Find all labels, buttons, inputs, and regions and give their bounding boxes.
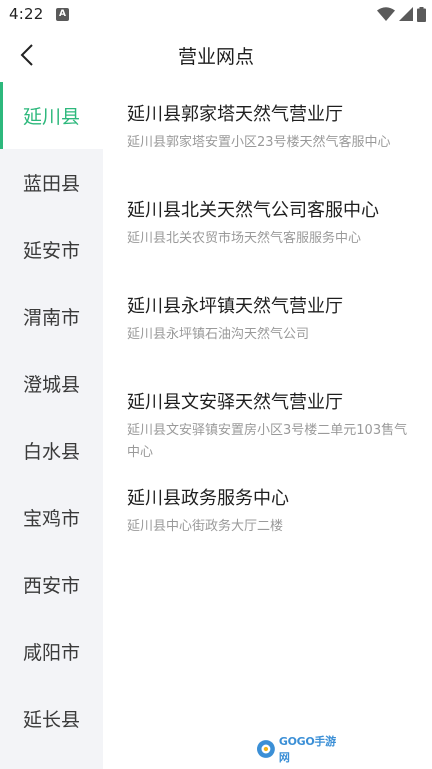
sidebar-item-label: 澄城县 [22, 374, 80, 396]
sidebar-item-label: 白水县 [22, 441, 80, 463]
sidebar-item-xianyang[interactable]: 咸阳市 [0, 618, 103, 685]
sidebar-item-baishui[interactable]: 白水县 [0, 417, 103, 484]
sidebar-item-label: 咸阳市 [22, 642, 80, 664]
list-item[interactable]: 延川县郭家塔天然气营业厅 延川县郭家塔安置小区23号楼天然气客服中心 [127, 102, 412, 154]
wifi-icon [377, 7, 395, 21]
sidebar-item-lantian[interactable]: 蓝田县 [0, 149, 103, 216]
list-item[interactable]: 延川县文安驿天然气营业厅 延川县文安驿镇安置房小区3号楼二单元103售气中心 [127, 390, 412, 464]
sidebar-item-label: 西安市 [22, 575, 80, 597]
sidebar-item-label: 延川县 [22, 106, 80, 128]
outlet-name: 延川县郭家塔天然气营业厅 [127, 104, 343, 125]
outlet-address: 延川县北关农贸市场天然气客服服务中心 [127, 231, 362, 246]
status-bar: 4:22 A [0, 0, 432, 30]
watermark-text: GOGO手游网 [278, 735, 336, 764]
outlet-address: 延川县永坪镇石油沟天然气公司 [127, 327, 310, 342]
outlet-name: 延川县北关天然气公司客服中心 [127, 200, 379, 221]
sidebar-item-yanchuan[interactable]: 延川县 [0, 82, 103, 149]
status-time: 4:22 [9, 5, 44, 23]
sidebar-item-label: 延长县 [22, 709, 80, 731]
outlet-address: 延川县郭家塔安置小区23号楼天然气客服中心 [127, 135, 391, 150]
sidebar-item-label: 延安市 [22, 240, 80, 262]
sidebar-item-label: 渭南市 [22, 307, 80, 329]
outlet-address: 延川县文安驿镇安置房小区3号楼二单元103售气中心 [127, 423, 408, 460]
sidebar-item-baoji[interactable]: 宝鸡市 [0, 484, 103, 551]
notification-icon: A [56, 8, 69, 21]
watermark-logo-icon [256, 740, 275, 758]
page-title: 营业网点 [177, 46, 254, 68]
outlet-address: 延川县中心街政务大厅二楼 [127, 519, 284, 534]
outlet-name: 延川县文安驿天然气营业厅 [127, 392, 343, 413]
sidebar-item-yanchang[interactable]: 延长县 [0, 685, 103, 752]
top-app-bar: 营业网点 [0, 30, 432, 80]
status-icons [377, 6, 426, 22]
sidebar-item-yanan[interactable]: 延安市 [0, 216, 103, 283]
outlet-name: 延川县永坪镇天然气营业厅 [127, 296, 343, 317]
list-item[interactable]: 延川县政务服务中心 延川县中心街政务大厅二楼 [127, 486, 412, 538]
outlet-name: 延川县政务服务中心 [127, 488, 289, 509]
sidebar-item-xian[interactable]: 西安市 [0, 551, 103, 618]
watermark: GOGO手游网 [256, 735, 346, 764]
signal-icon [399, 7, 413, 21]
sidebar-item-label: 宝鸡市 [22, 508, 80, 530]
sidebar-item-label: 蓝田县 [22, 173, 80, 195]
sidebar-item-chengcheng[interactable]: 澄城县 [0, 350, 103, 417]
list-item[interactable]: 延川县永坪镇天然气营业厅 延川县永坪镇石油沟天然气公司 [127, 294, 412, 346]
list-item[interactable]: 延川县北关天然气公司客服中心 延川县北关农贸市场天然气客服服务中心 [127, 198, 412, 250]
sidebar-item-weinan[interactable]: 渭南市 [0, 283, 103, 350]
battery-icon [417, 6, 426, 22]
region-sidebar: 延川县 蓝田县 延安市 渭南市 澄城县 白水县 宝鸡市 西安市 咸阳市 延长县 [0, 82, 103, 769]
